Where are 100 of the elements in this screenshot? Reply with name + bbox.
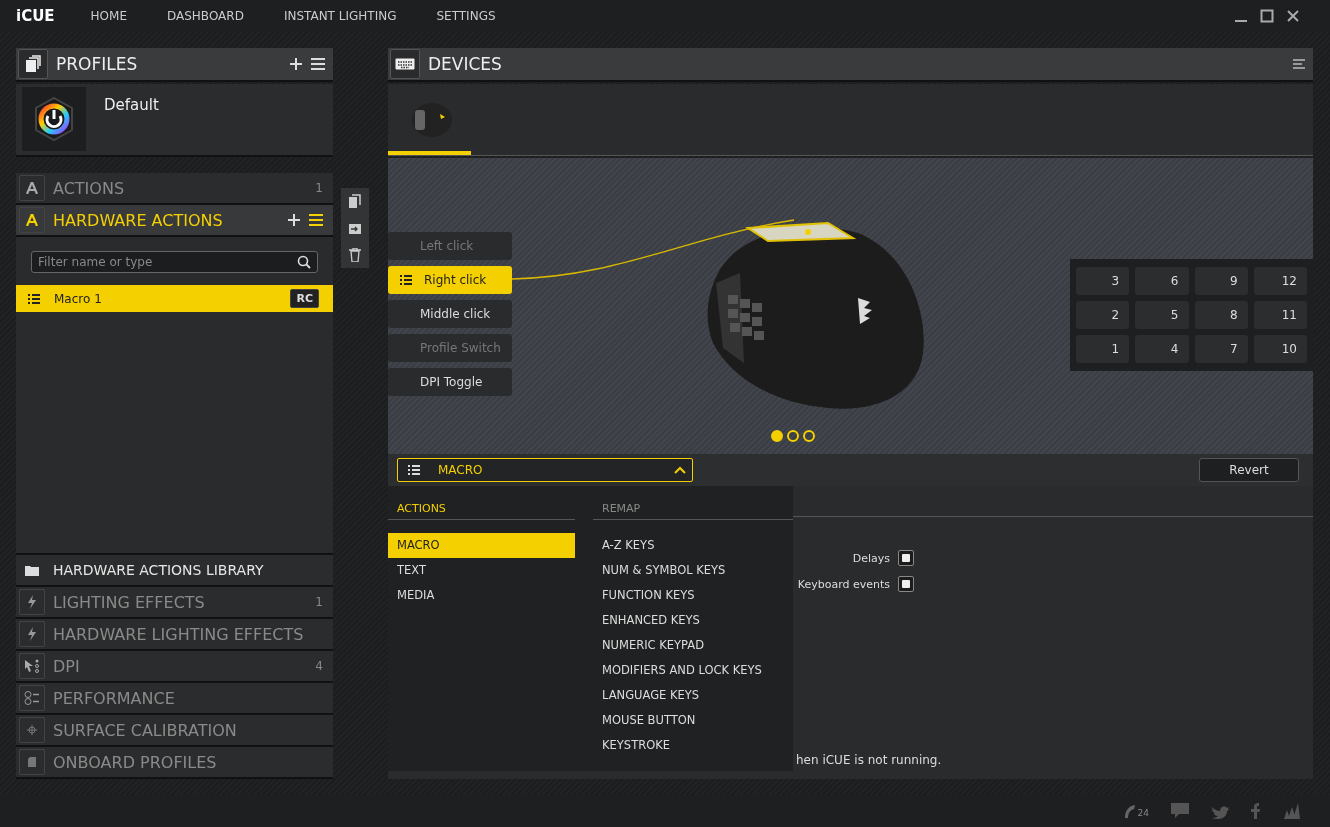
keypad-key[interactable]: 11 [1253, 301, 1307, 329]
menu-icon[interactable] [1293, 59, 1305, 69]
keypad-key[interactable]: 9 [1194, 267, 1248, 295]
letter-icon [19, 175, 45, 201]
section-title: ONBOARD PROFILES [53, 752, 218, 772]
letter-icon [19, 207, 45, 233]
keypad-key[interactable]: 5 [1135, 301, 1189, 329]
option-label: Delays [852, 551, 890, 565]
menu-item[interactable]: A-Z KEYS [593, 533, 793, 558]
section-header[interactable]: SURFACE CALIBRATION [16, 715, 333, 747]
add-icon[interactable] [287, 213, 301, 227]
page-dot[interactable] [803, 430, 815, 442]
button-badge: RC [290, 289, 319, 308]
profiles-title: PROFILES [56, 54, 139, 74]
keypad-key[interactable]: 8 [1194, 301, 1248, 329]
copy-icon[interactable] [349, 194, 361, 208]
option-label: Keyboard events [797, 577, 890, 591]
nav-tab[interactable]: SETTINGS [430, 5, 502, 27]
maximize-icon[interactable] [1260, 9, 1274, 23]
section-title: DPI [53, 656, 81, 676]
menu-item[interactable]: TEXT [388, 558, 575, 583]
section-header[interactable]: HARDWARE ACTIONS LIBRARY [16, 555, 333, 587]
macro-row[interactable]: Macro 1 RC [16, 285, 333, 312]
devices-title: DEVICES [428, 54, 503, 74]
list-icon [400, 275, 412, 285]
mouse-button-option[interactable]: Middle click [388, 300, 512, 328]
chip-icon [19, 749, 45, 775]
section-header[interactable]: PERFORMANCE [16, 683, 333, 715]
section-header[interactable]: DPI 4 [16, 651, 333, 683]
menu-item[interactable]: MACRO [388, 533, 575, 558]
search-icon[interactable] [297, 255, 311, 269]
section-count: 1 [315, 181, 323, 195]
list-icon [408, 465, 420, 475]
bolt-icon [19, 621, 45, 647]
nav-tab[interactable]: INSTANT LIGHTING [277, 5, 403, 27]
menu-item[interactable]: NUM & SYMBOL KEYS [593, 558, 793, 583]
section-title: PERFORMANCE [53, 688, 176, 708]
keypad-key[interactable]: 7 [1194, 335, 1248, 363]
menu-item[interactable]: KEYSTROKE [593, 733, 793, 758]
target-icon [19, 717, 45, 743]
keypad-key[interactable]: 6 [1135, 267, 1189, 295]
action-type-dropdown[interactable]: MACRO [397, 458, 693, 482]
menu-item[interactable]: MEDIA [388, 583, 575, 608]
import-icon[interactable] [348, 222, 362, 234]
close-icon[interactable] [1286, 9, 1300, 23]
page-dot[interactable] [787, 430, 799, 442]
menu-item[interactable]: MOUSE BUTTON [593, 708, 793, 733]
section-header[interactable]: HARDWARE LIGHTING EFFECTS [16, 619, 333, 651]
keypad-key[interactable]: 12 [1253, 267, 1307, 295]
add-icon[interactable] [289, 57, 303, 71]
section-header[interactable]: ACTIONS 1 [16, 173, 333, 205]
menu-item[interactable]: FUNCTION KEYS [593, 583, 793, 608]
mouse-button-option[interactable]: DPI Toggle [388, 368, 512, 396]
sliders-icon [19, 685, 45, 711]
pointer-icon [19, 653, 45, 679]
profile-card[interactable]: Default [16, 84, 333, 157]
profiles-icon [18, 49, 48, 79]
menu-item[interactable]: NUMERIC KEYPAD [593, 633, 793, 658]
filter-field[interactable]: Filter name or type [31, 251, 318, 273]
list-icon [28, 293, 40, 304]
nav-tab[interactable]: DASHBOARD [161, 5, 250, 27]
section-title: HARDWARE ACTIONS LIBRARY [53, 562, 265, 578]
section-count: 1 [315, 595, 323, 609]
section-title: SURFACE CALIBRATION [53, 720, 238, 740]
option-checkbox[interactable] [898, 576, 914, 592]
section-title: HARDWARE ACTIONS [53, 210, 224, 230]
menu-column-header: ACTIONS [388, 500, 575, 520]
section-header[interactable]: HARDWARE ACTIONS [16, 205, 333, 237]
menu-column-header: REMAP [593, 500, 793, 520]
option-checkbox[interactable] [898, 550, 914, 566]
keypad-key[interactable]: 4 [1135, 335, 1189, 363]
section-title: ACTIONS [53, 178, 126, 198]
section-count: 4 [315, 659, 323, 673]
keypad-key[interactable]: 2 [1076, 301, 1130, 329]
bolt-icon [19, 589, 45, 615]
menu-icon[interactable] [309, 214, 323, 226]
trash-icon[interactable] [349, 248, 361, 262]
section-title: LIGHTING EFFECTS [53, 592, 206, 612]
menu-item[interactable]: LANGUAGE KEYS [593, 683, 793, 708]
note-text: hen iCUE is not running. [796, 753, 942, 767]
menu-icon[interactable] [311, 58, 325, 70]
page-dot[interactable] [771, 430, 783, 442]
keypad-key[interactable]: 1 [1076, 335, 1130, 363]
phone-icon[interactable] [1122, 804, 1137, 818]
keypad-key[interactable]: 3 [1076, 267, 1130, 295]
profile-logo-icon [22, 87, 86, 151]
profile-name: Default [104, 96, 159, 116]
section-header[interactable]: LIGHTING EFFECTS 1 [16, 587, 333, 619]
app-logo: iCUE [16, 7, 55, 25]
section-header[interactable]: ONBOARD PROFILES [16, 747, 333, 779]
section-title: HARDWARE LIGHTING EFFECTS [53, 624, 305, 644]
caret-icon [674, 466, 686, 474]
macro-name: Macro 1 [54, 291, 103, 306]
revert-button[interactable]: Revert [1199, 458, 1299, 482]
menu-item[interactable]: MODIFIERS AND LOCK KEYS [593, 658, 793, 683]
support-hours-label: 24 [1137, 808, 1149, 818]
keypad-key[interactable]: 10 [1253, 335, 1307, 363]
nav-tab[interactable]: HOME [84, 5, 133, 27]
mouse-button-option[interactable]: Right click [388, 266, 512, 294]
menu-item[interactable]: ENHANCED KEYS [593, 608, 793, 633]
